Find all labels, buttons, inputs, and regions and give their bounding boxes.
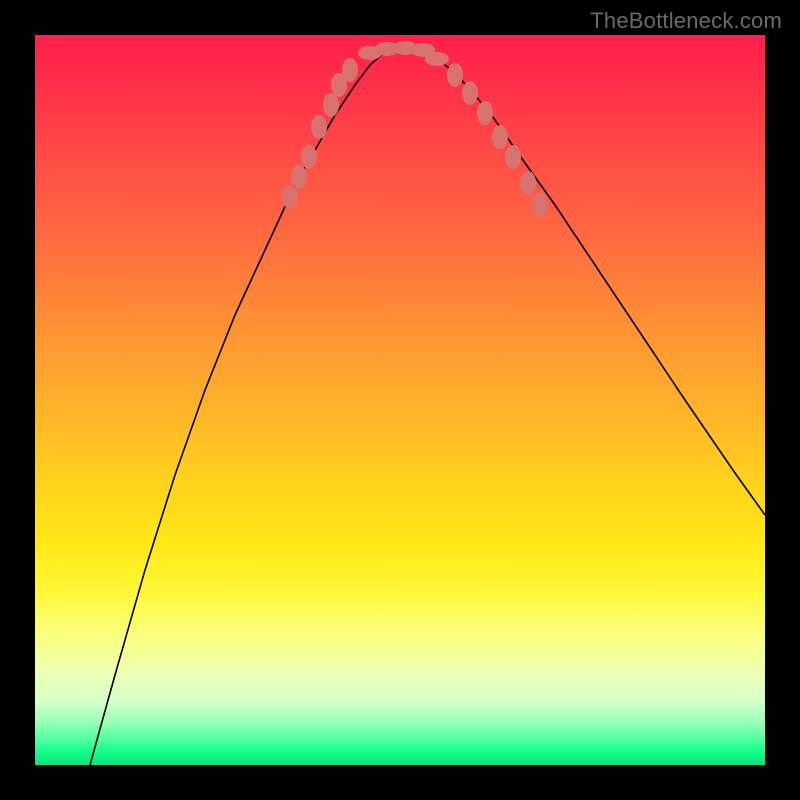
plot-area bbox=[35, 35, 765, 765]
chart-frame: TheBottleneck.com bbox=[0, 0, 800, 800]
heat-gradient-background bbox=[35, 35, 765, 765]
watermark-text: TheBottleneck.com bbox=[590, 8, 782, 34]
